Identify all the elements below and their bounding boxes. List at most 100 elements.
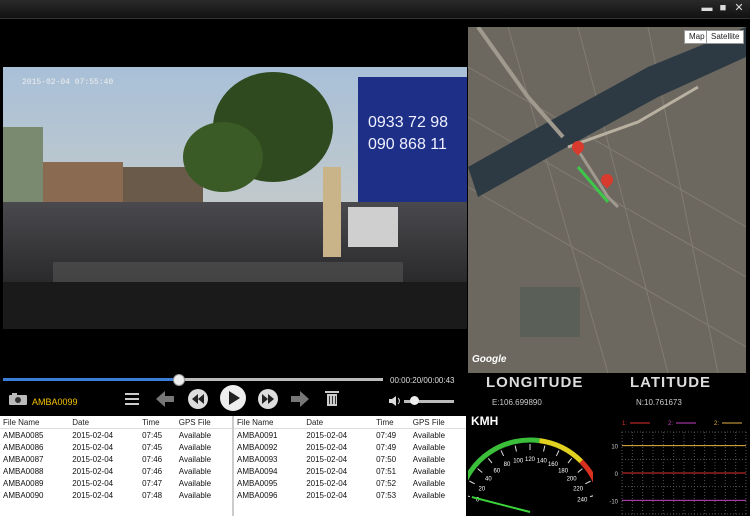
cell-gps-file: Available bbox=[178, 442, 212, 452]
table-row[interactable]: AMBA0092 2015-02-04 07:49 Available bbox=[234, 441, 466, 453]
speedometer-gauge: 020406080100 120 140160180200220240 bbox=[468, 437, 593, 513]
forward-arrow-icon[interactable] bbox=[290, 390, 310, 413]
latitude-value: N:10.761673 bbox=[636, 398, 682, 407]
gauge-tick-label: 60 bbox=[494, 468, 501, 474]
table-row[interactable]: AMBA0087 2015-02-04 07:46 Available bbox=[0, 453, 232, 465]
gauge-tick bbox=[555, 450, 560, 457]
cell-gps-file: Available bbox=[412, 466, 446, 476]
cell-time: 07:52 bbox=[376, 478, 397, 488]
cell-file-name: AMBA0090 bbox=[3, 490, 44, 500]
gauge-tick bbox=[500, 450, 505, 457]
longitude-value: E:106.699890 bbox=[492, 398, 542, 407]
cell-date: 2015-02-04 bbox=[306, 430, 348, 440]
table-row[interactable]: AMBA0095 2015-02-04 07:52 Available bbox=[234, 477, 466, 489]
table-row[interactable]: AMBA0086 2015-02-04 07:45 Available bbox=[0, 441, 232, 453]
satellite-type-button[interactable]: Satellite bbox=[706, 30, 745, 44]
maximize-icon[interactable]: ■ bbox=[716, 1, 730, 15]
cell-time: 07:53 bbox=[376, 490, 397, 500]
gauge-tick bbox=[589, 495, 593, 498]
map-view[interactable] bbox=[468, 27, 746, 373]
cell-gps-file: Available bbox=[412, 442, 446, 452]
cell-date: 2015-02-04 bbox=[306, 454, 348, 464]
cell-file-name: AMBA0087 bbox=[3, 454, 44, 464]
table-row[interactable]: AMBA0096 2015-02-04 07:53 Available bbox=[234, 489, 466, 501]
cell-date: 2015-02-04 bbox=[72, 466, 114, 476]
gauge-tick-label: 140 bbox=[537, 458, 548, 464]
cell-time: 07:48 bbox=[142, 490, 163, 500]
speaker-icon[interactable] bbox=[388, 394, 402, 412]
cell-file-name: AMBA0095 bbox=[237, 478, 278, 488]
col-file-name[interactable]: File Name bbox=[234, 416, 304, 429]
close-icon[interactable]: ✕ bbox=[732, 1, 746, 15]
gauge-tick bbox=[468, 495, 471, 498]
cell-file-name: AMBA0093 bbox=[237, 454, 278, 464]
latitude-header: LATITUDE bbox=[630, 374, 712, 391]
graph-y-tick: -10 bbox=[609, 499, 618, 505]
table-row[interactable]: AMBA0088 2015-02-04 07:46 Available bbox=[0, 465, 232, 477]
speed-unit: KMH bbox=[471, 414, 499, 428]
cell-file-name: AMBA0096 bbox=[237, 490, 278, 500]
graph-legend-label: 2: bbox=[668, 421, 673, 427]
cell-time: 07:45 bbox=[142, 442, 163, 452]
cell-time: 07:45 bbox=[142, 430, 163, 440]
cell-date: 2015-02-04 bbox=[306, 478, 348, 488]
cell-file-name: AMBA0086 bbox=[3, 442, 44, 452]
col-date[interactable]: Date bbox=[303, 416, 374, 429]
gauge-needle bbox=[471, 496, 531, 513]
next-icon[interactable] bbox=[257, 388, 279, 415]
table-row[interactable]: AMBA0089 2015-02-04 07:47 Available bbox=[0, 477, 232, 489]
col-date[interactable]: Date bbox=[69, 416, 140, 429]
table-row[interactable]: AMBA0090 2015-02-04 07:48 Available bbox=[0, 489, 232, 501]
graph-legend-label: 1: bbox=[622, 421, 627, 427]
back-arrow-icon[interactable] bbox=[155, 390, 175, 413]
table-row[interactable]: AMBA0091 2015-02-04 07:49 Available bbox=[234, 429, 466, 442]
list-icon[interactable] bbox=[124, 391, 140, 412]
gauge-tick-label: 40 bbox=[485, 477, 492, 483]
seek-handle[interactable] bbox=[173, 374, 185, 386]
graph-y-tick: 10 bbox=[611, 445, 618, 451]
cell-gps-file: Available bbox=[178, 430, 212, 440]
gauge-tick bbox=[477, 468, 483, 473]
table-row[interactable]: AMBA0085 2015-02-04 07:45 Available bbox=[0, 429, 232, 442]
cell-gps-file: Available bbox=[178, 454, 212, 464]
table-row[interactable]: AMBA0093 2015-02-04 07:50 Available bbox=[234, 453, 466, 465]
col-time[interactable]: Time bbox=[139, 416, 176, 429]
graph-y-tick: 0 bbox=[615, 472, 619, 478]
col-file-name[interactable]: File Name bbox=[0, 416, 70, 429]
map-canvas bbox=[468, 27, 746, 373]
cell-time: 07:47 bbox=[142, 478, 163, 488]
camera-icon[interactable] bbox=[8, 392, 28, 406]
svg-text:0933 72 98: 0933 72 98 bbox=[368, 114, 448, 131]
time-display: 00:00:20/00:00:43 bbox=[390, 376, 455, 385]
cell-gps-file: Available bbox=[178, 490, 212, 500]
cell-time: 07:49 bbox=[376, 430, 397, 440]
cell-time: 07:46 bbox=[142, 454, 163, 464]
gauge-tick bbox=[577, 468, 583, 473]
cell-date: 2015-02-04 bbox=[72, 478, 114, 488]
gauge-tick-label: 240 bbox=[577, 498, 588, 504]
minimize-icon[interactable]: ▬ bbox=[700, 1, 714, 15]
gauge-tick-label: 100 bbox=[513, 458, 524, 464]
trash-icon[interactable] bbox=[324, 389, 340, 412]
col-time[interactable]: Time bbox=[373, 416, 410, 429]
gauge-tick-label: 180 bbox=[558, 468, 569, 474]
play-icon[interactable] bbox=[219, 384, 247, 417]
cell-file-name: AMBA0092 bbox=[237, 442, 278, 452]
cell-time: 07:50 bbox=[376, 454, 397, 464]
cell-gps-file: Available bbox=[178, 466, 212, 476]
col-gps-file[interactable]: GPS File bbox=[409, 416, 466, 429]
cell-gps-file: Available bbox=[412, 454, 446, 464]
gauge-tick-label: 20 bbox=[479, 486, 486, 492]
volume-handle[interactable] bbox=[410, 396, 419, 405]
gauge-tick-label: 80 bbox=[504, 462, 511, 468]
cell-date: 2015-02-04 bbox=[72, 490, 114, 500]
cell-file-name: AMBA0085 bbox=[3, 430, 44, 440]
col-gps-file[interactable]: GPS File bbox=[175, 416, 232, 429]
video-frame[interactable]: 0933 72 98 090 868 11 bbox=[3, 67, 467, 329]
gauge-tick bbox=[514, 445, 517, 452]
table-row[interactable]: AMBA0094 2015-02-04 07:51 Available bbox=[234, 465, 466, 477]
video-scene: 0933 72 98 090 868 11 bbox=[3, 67, 467, 329]
previous-icon[interactable] bbox=[187, 388, 209, 415]
current-file-name: AMBA0099 bbox=[32, 397, 78, 407]
gauge-tick bbox=[585, 480, 591, 485]
